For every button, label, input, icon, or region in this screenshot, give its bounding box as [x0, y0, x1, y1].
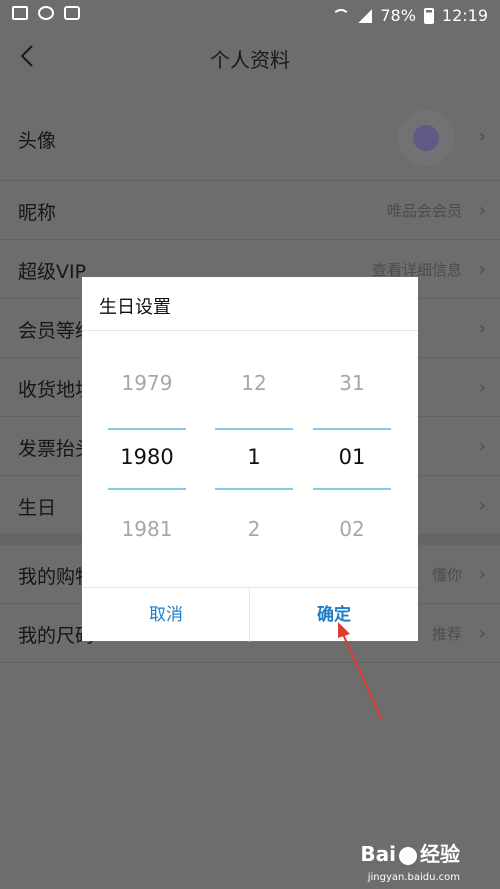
chevron-right-icon: ›	[478, 436, 486, 457]
year-selected[interactable]: 1980	[102, 445, 192, 469]
status-icons-right: 78% 12:19	[332, 6, 488, 25]
image-icon	[12, 6, 28, 20]
row-label: 昵称	[18, 202, 57, 224]
picker-line	[215, 488, 293, 490]
signal-icon	[358, 8, 373, 23]
account-icon	[38, 6, 54, 20]
chevron-right-icon: ›	[478, 126, 486, 147]
chevron-right-icon: ›	[478, 318, 486, 339]
status-icons-left	[12, 6, 80, 20]
avatar	[398, 110, 454, 166]
battery-icon	[423, 7, 434, 24]
year-prev[interactable]: 1979	[102, 371, 192, 395]
month-next[interactable]: 2	[212, 517, 296, 541]
dialog-title: 生日设置	[99, 297, 171, 318]
wifi-icon	[332, 8, 351, 23]
year-next[interactable]: 1981	[102, 517, 192, 541]
day-selected[interactable]: 01	[310, 445, 394, 469]
row-value: 推荐	[431, 625, 462, 643]
month-prev[interactable]: 12	[212, 371, 296, 395]
top-bar: 个人资料	[0, 33, 500, 81]
birthday-dialog: 生日设置 1979 1980 1981 12 1 2 31 01 02 取消 确…	[82, 277, 418, 642]
picker-line	[215, 428, 293, 430]
day-prev[interactable]: 31	[310, 371, 394, 395]
clock: 12:19	[441, 6, 488, 25]
picker-line	[313, 488, 391, 490]
row-label: 超级VIP	[18, 261, 87, 283]
annotation-arrow-icon	[338, 622, 383, 721]
watermark-logo: Bai 经验	[360, 838, 460, 867]
row-value: 唯品会会员	[386, 202, 462, 220]
chevron-right-icon: ›	[478, 564, 486, 585]
planet-icon	[413, 125, 439, 151]
row-label: 生日	[18, 497, 57, 519]
page-title: 个人资料	[210, 48, 290, 72]
chevron-right-icon: ›	[478, 377, 486, 398]
row-value: 懂你	[431, 566, 462, 584]
watermark-brand-a: Bai	[360, 842, 396, 866]
cancel-button[interactable]: 取消	[82, 588, 250, 642]
status-bar: 78% 12:19	[0, 0, 500, 33]
day-picker[interactable]: 31 01 02	[310, 331, 394, 585]
picker-line	[108, 428, 186, 430]
row-label: 头像	[18, 130, 57, 152]
picker-line	[313, 428, 391, 430]
watermark-url: jingyan.baidu.com	[367, 872, 460, 883]
profile-row-nickname[interactable]: 昵称 唯品会会员 ›	[0, 181, 500, 240]
year-picker[interactable]: 1979 1980 1981	[102, 331, 192, 585]
message-icon	[64, 6, 80, 20]
watermark-brand-b: 经验	[420, 842, 460, 866]
chevron-right-icon: ›	[478, 623, 486, 644]
month-selected[interactable]: 1	[212, 445, 296, 469]
day-next[interactable]: 02	[310, 517, 394, 541]
chevron-right-icon: ›	[478, 200, 486, 221]
chevron-right-icon: ›	[478, 495, 486, 516]
paw-icon	[399, 846, 417, 865]
picker-line	[108, 488, 186, 490]
battery-percent: 78%	[380, 6, 416, 25]
month-picker[interactable]: 12 1 2	[212, 331, 296, 585]
chevron-right-icon: ›	[478, 259, 486, 280]
profile-row-avatar[interactable]: 头像 ›	[0, 96, 500, 181]
